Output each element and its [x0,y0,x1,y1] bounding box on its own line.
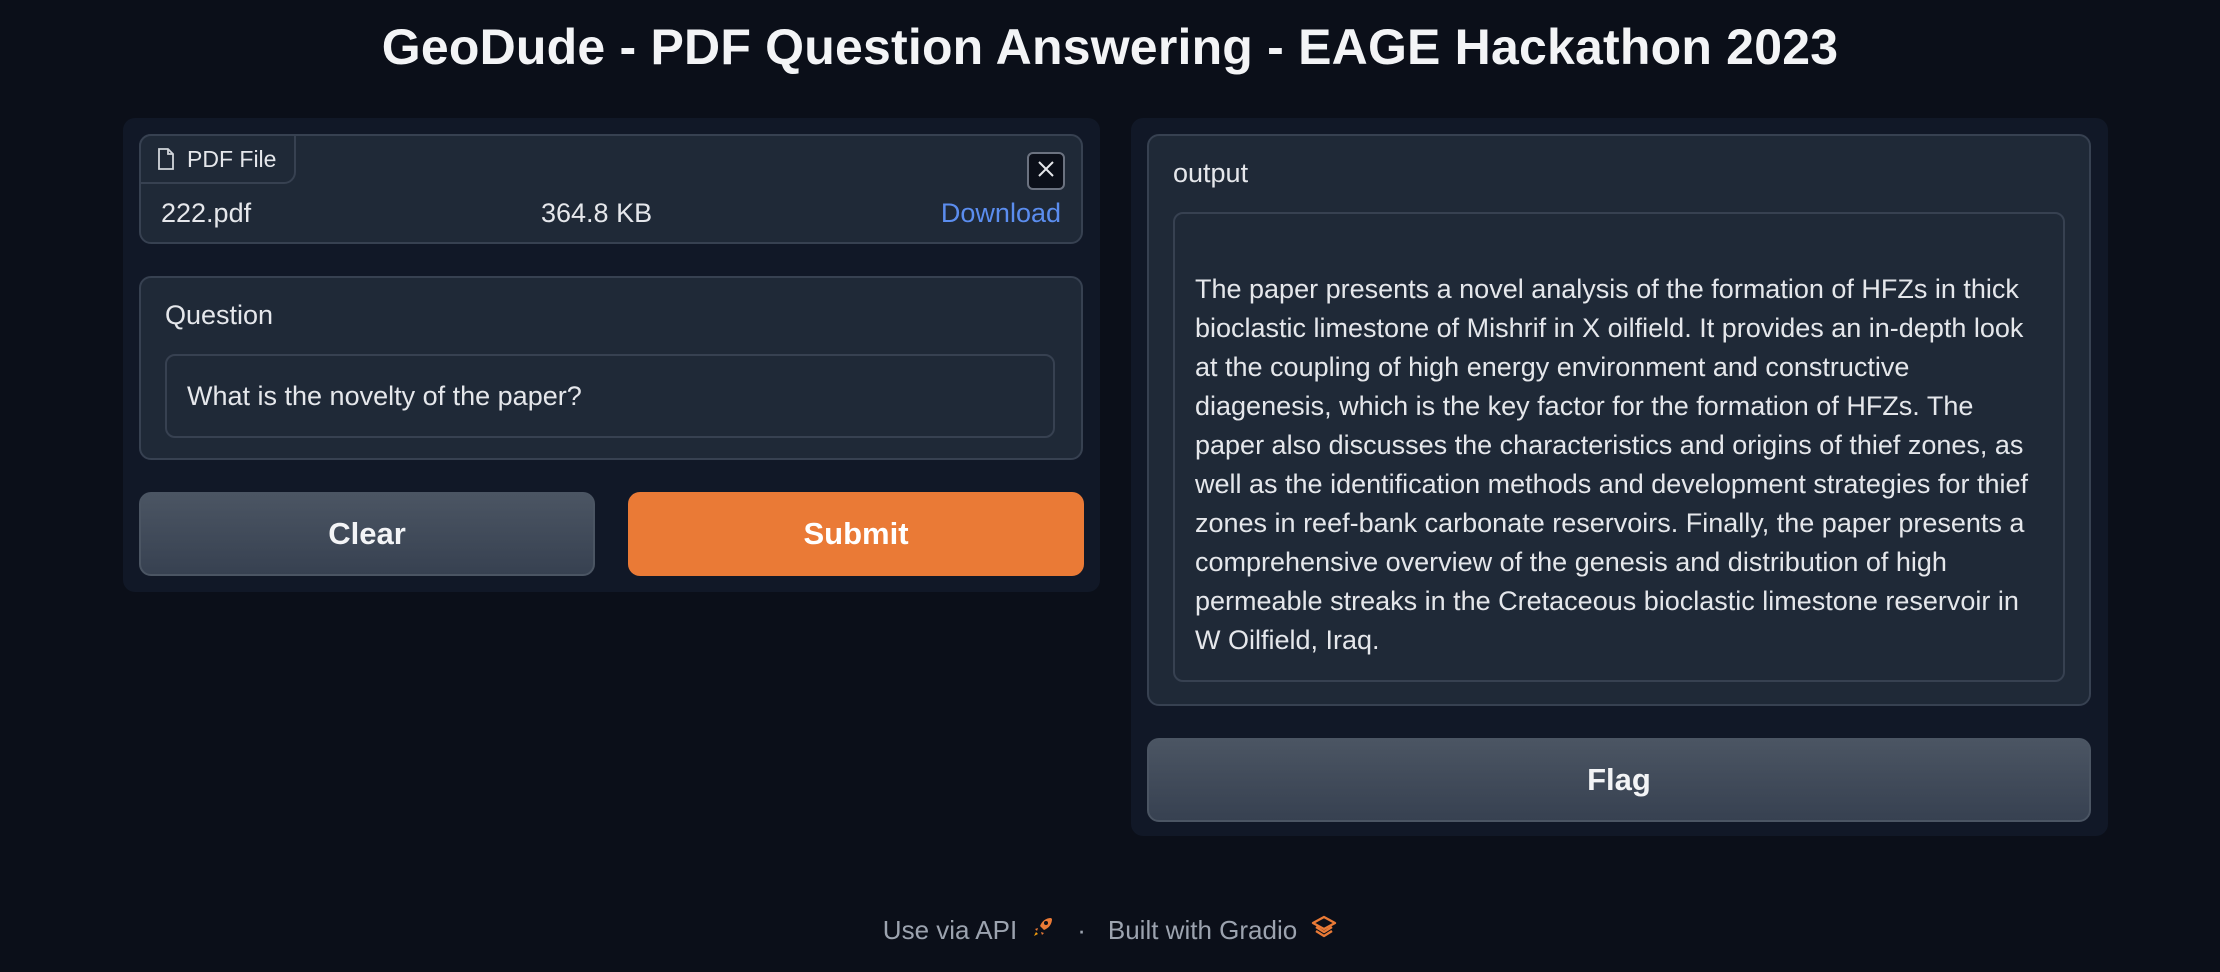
file-row: 222.pdf 364.8 KB Download [161,198,1061,229]
footer-separator: · [1077,915,1086,945]
close-icon [1037,160,1055,183]
output-block: output The paper presents a novel analys… [1147,134,2091,706]
file-size: 364.8 KB [541,198,653,228]
input-panel: PDF File 222.pdf 364.8 KB Download Quest… [123,118,1100,592]
output-label: output [1173,158,1249,188]
file-name: 222.pdf [161,198,252,228]
pdf-file-label-text: PDF File [187,145,277,172]
gradio-logo-icon [1311,915,1337,946]
clear-button[interactable]: Clear [139,492,595,576]
flag-button[interactable]: Flag [1147,738,2091,822]
pdf-file-label: PDF File [139,134,297,184]
output-panel: output The paper presents a novel analys… [1131,118,2108,836]
pdf-file-upload[interactable]: PDF File 222.pdf 364.8 KB Download [139,134,1083,244]
file-icon [157,148,175,170]
question-input[interactable] [165,354,1055,438]
clear-file-button[interactable] [1027,152,1065,190]
question-label: Question [165,300,274,330]
download-link[interactable]: Download [941,198,1061,229]
rocket-icon [1031,915,1055,946]
use-via-api-link[interactable]: Use via API [883,915,1017,946]
footer: Use via API · Built with Gradio [0,915,2220,946]
page-title: GeoDude - PDF Question Answering - EAGE … [381,19,1839,75]
question-block: Question [139,276,1083,460]
built-with-gradio-link[interactable]: Built with Gradio [1108,915,1297,946]
output-textbox[interactable]: The paper presents a novel analysis of t… [1173,212,2065,682]
submit-button[interactable]: Submit [628,492,1084,576]
